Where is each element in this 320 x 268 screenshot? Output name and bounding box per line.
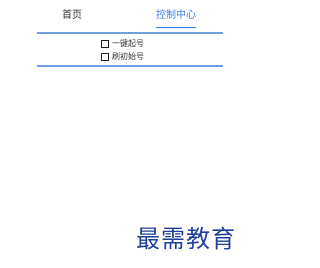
refresh-initial-checkbox[interactable] [101, 52, 109, 61]
one-click-create-checkbox[interactable] [101, 39, 109, 48]
active-tab-indicator [156, 27, 196, 28]
refresh-initial-label: 刷初始号 [112, 51, 144, 61]
option-one-click-create[interactable]: 一键起号 [101, 37, 181, 50]
divider-top [37, 32, 223, 34]
tab-home[interactable]: 首页 [62, 7, 82, 25]
one-click-create-label: 一键起号 [112, 38, 144, 48]
watermark: 最需教育 [136, 225, 236, 253]
option-refresh-initial[interactable]: 刷初始号 [101, 50, 181, 63]
divider-bottom [37, 65, 223, 67]
options-list: 一键起号 刷初始号 [101, 37, 181, 63]
tab-bar: 首页 控制中心 [0, 7, 256, 29]
tab-control-center[interactable]: 控制中心 [156, 7, 196, 25]
page: 首页 控制中心 一键起号 刷初始号 最需教育 [0, 0, 256, 268]
